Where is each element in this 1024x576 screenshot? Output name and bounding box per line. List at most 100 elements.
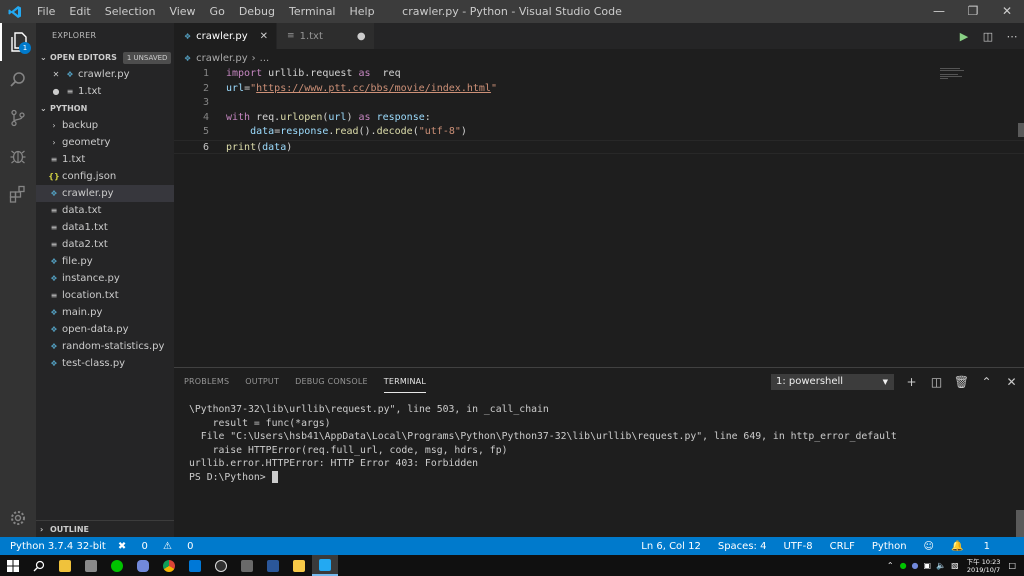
file-item[interactable]: ❖ instance.py (36, 270, 174, 287)
close-panel-icon[interactable]: ✕ (999, 374, 1024, 390)
file-item[interactable]: ❖ test-class.py (36, 355, 174, 372)
explorer-icon[interactable]: 1 (0, 23, 36, 61)
folder-header[interactable]: ⌄ PYTHON (36, 100, 174, 117)
problems-indicator[interactable]: ✖ 0 ⚠ 0 (118, 541, 206, 552)
menu-debug[interactable]: Debug (232, 0, 282, 23)
extensions-icon[interactable] (0, 175, 36, 213)
folder-item[interactable]: › backup (36, 117, 174, 134)
new-terminal-icon[interactable]: + (899, 374, 924, 390)
trash-icon[interactable]: 🗑 (949, 374, 974, 390)
menu-selection[interactable]: Selection (98, 0, 163, 23)
menu-edit[interactable]: Edit (62, 0, 97, 23)
breadcrumb-file[interactable]: crawler.py (196, 53, 247, 64)
mail-app-icon[interactable] (182, 555, 208, 576)
close-icon[interactable]: ✕ (260, 31, 268, 42)
language-mode[interactable]: Python (872, 541, 907, 552)
discord-tray-icon[interactable]: ● (912, 561, 919, 570)
file-item[interactable]: {} config.json (36, 168, 174, 185)
cursor-position[interactable]: Ln 6, Col 12 (641, 541, 701, 552)
notes-app-icon[interactable] (286, 555, 312, 576)
file-item[interactable]: ❖ crawler.py (36, 185, 174, 202)
tab-problems[interactable]: PROBLEMS (184, 368, 229, 396)
media-app-icon[interactable] (78, 555, 104, 576)
file-item[interactable]: ❖ file.py (36, 253, 174, 270)
terminal-output[interactable]: \Python37-32\lib\urllib\request.py", lin… (189, 403, 897, 484)
python-interpreter[interactable]: Python 3.7.4 32-bit (10, 541, 106, 552)
menu-file[interactable]: File (30, 0, 62, 23)
file-item[interactable]: ❖ main.py (36, 304, 174, 321)
open-editor-label: 1.txt (78, 86, 102, 97)
outline-section[interactable]: › OUTLINE (36, 520, 174, 537)
terminal-line: urllib.error.HTTPError: HTTP Error 403: … (189, 458, 479, 469)
open-editors-header[interactable]: ⌄ OPEN EDITORS 1 UNSAVED (36, 49, 174, 66)
unsaved-dot-icon[interactable]: ● (357, 31, 366, 42)
indentation[interactable]: Spaces: 4 (718, 541, 767, 552)
menu-terminal[interactable]: Terminal (282, 0, 343, 23)
notifications[interactable]: 🔔 1 (951, 541, 1007, 552)
file-item[interactable]: ❖ random-statistics.py (36, 338, 174, 355)
file-item-label: data2.txt (62, 239, 108, 250)
word-app-icon[interactable] (260, 555, 286, 576)
file-item[interactable]: ❖ open-data.py (36, 321, 174, 338)
tab-1-txt[interactable]: ≡ 1.txt ● (277, 23, 375, 49)
network-icon[interactable]: ▣ (924, 561, 932, 570)
debug-icon[interactable] (0, 137, 36, 175)
file-explorer-app-icon[interactable] (52, 555, 78, 576)
split-editor-icon[interactable]: ◫ (976, 30, 1000, 43)
taskbar-clock[interactable]: 下午 10:23 2019/10/7 (967, 558, 1001, 574)
file-item[interactable]: ≡ data.txt (36, 202, 174, 219)
file-item[interactable]: ≡ 1.txt (36, 151, 174, 168)
menu-view[interactable]: View (162, 0, 202, 23)
text-file-icon: ≡ (66, 87, 74, 96)
line-endings[interactable]: CRLF (830, 541, 855, 552)
settings-gear-icon[interactable] (0, 499, 36, 537)
windows-start-icon[interactable] (0, 555, 26, 576)
line-number: 5 (202, 126, 209, 137)
menu-go[interactable]: Go (203, 0, 232, 23)
action-center-icon[interactable]: □ (1008, 561, 1016, 570)
file-item-label: data1.txt (62, 222, 108, 233)
tab-crawler-py[interactable]: ❖ crawler.py ✕ (174, 23, 278, 49)
chrome-app-icon[interactable] (156, 555, 182, 576)
folder-item[interactable]: › geometry (36, 134, 174, 151)
obs-app-icon[interactable] (208, 555, 234, 576)
more-actions-icon[interactable]: ⋯ (1000, 30, 1024, 43)
minimap[interactable] (940, 67, 964, 87)
minimize-icon[interactable]: — (922, 0, 956, 23)
restore-icon[interactable]: ❐ (956, 0, 990, 23)
vscode-app-icon[interactable] (312, 555, 338, 576)
discord-app-icon[interactable] (130, 555, 156, 576)
editor-scrollbar[interactable] (1018, 123, 1024, 137)
file-item[interactable]: ≡ data2.txt (36, 236, 174, 253)
close-icon[interactable]: ✕ (50, 66, 62, 83)
breadcrumb-rest[interactable]: ... (260, 53, 270, 64)
ime-icon[interactable]: ▧ (951, 561, 959, 570)
chevron-up-icon[interactable]: ⌃ (974, 374, 999, 390)
source-control-icon[interactable] (0, 99, 36, 137)
menu-help[interactable]: Help (343, 0, 382, 23)
split-terminal-icon[interactable]: ◫ (924, 374, 949, 390)
python-file-icon: ❖ (50, 274, 58, 283)
code-editor[interactable]: 1 import urllib.request as req 2 url="http… (174, 67, 1024, 367)
feedback-smiley-icon[interactable]: ☺ (924, 541, 934, 552)
open-editor-item[interactable]: ● ≡ 1.txt (36, 83, 174, 100)
file-item[interactable]: ≡ location.txt (36, 287, 174, 304)
line-tray-icon[interactable]: ● (900, 561, 907, 570)
file-item[interactable]: ≡ data1.txt (36, 219, 174, 236)
search-icon[interactable] (0, 61, 36, 99)
line-app-icon[interactable] (104, 555, 130, 576)
close-window-icon[interactable]: ✕ (990, 0, 1024, 23)
unsaved-dot-icon[interactable]: ● (50, 83, 62, 100)
tab-output[interactable]: OUTPUT (245, 368, 279, 396)
terminal-select[interactable]: 1: powershell ▼ (771, 374, 894, 390)
tool-app-icon[interactable] (234, 555, 260, 576)
run-icon[interactable]: ▶ (952, 30, 976, 43)
open-editor-item[interactable]: ✕ ❖ crawler.py (36, 66, 174, 83)
terminal-scrollbar[interactable] (1016, 510, 1024, 538)
search-taskbar-icon[interactable] (26, 555, 52, 576)
tab-terminal[interactable]: TERMINAL (383, 372, 427, 393)
encoding[interactable]: UTF-8 (783, 541, 812, 552)
tray-chevron-icon[interactable]: ⌃ (887, 561, 894, 570)
tab-debug-console[interactable]: DEBUG CONSOLE (295, 368, 368, 396)
volume-icon[interactable]: 🔈 (936, 561, 946, 570)
